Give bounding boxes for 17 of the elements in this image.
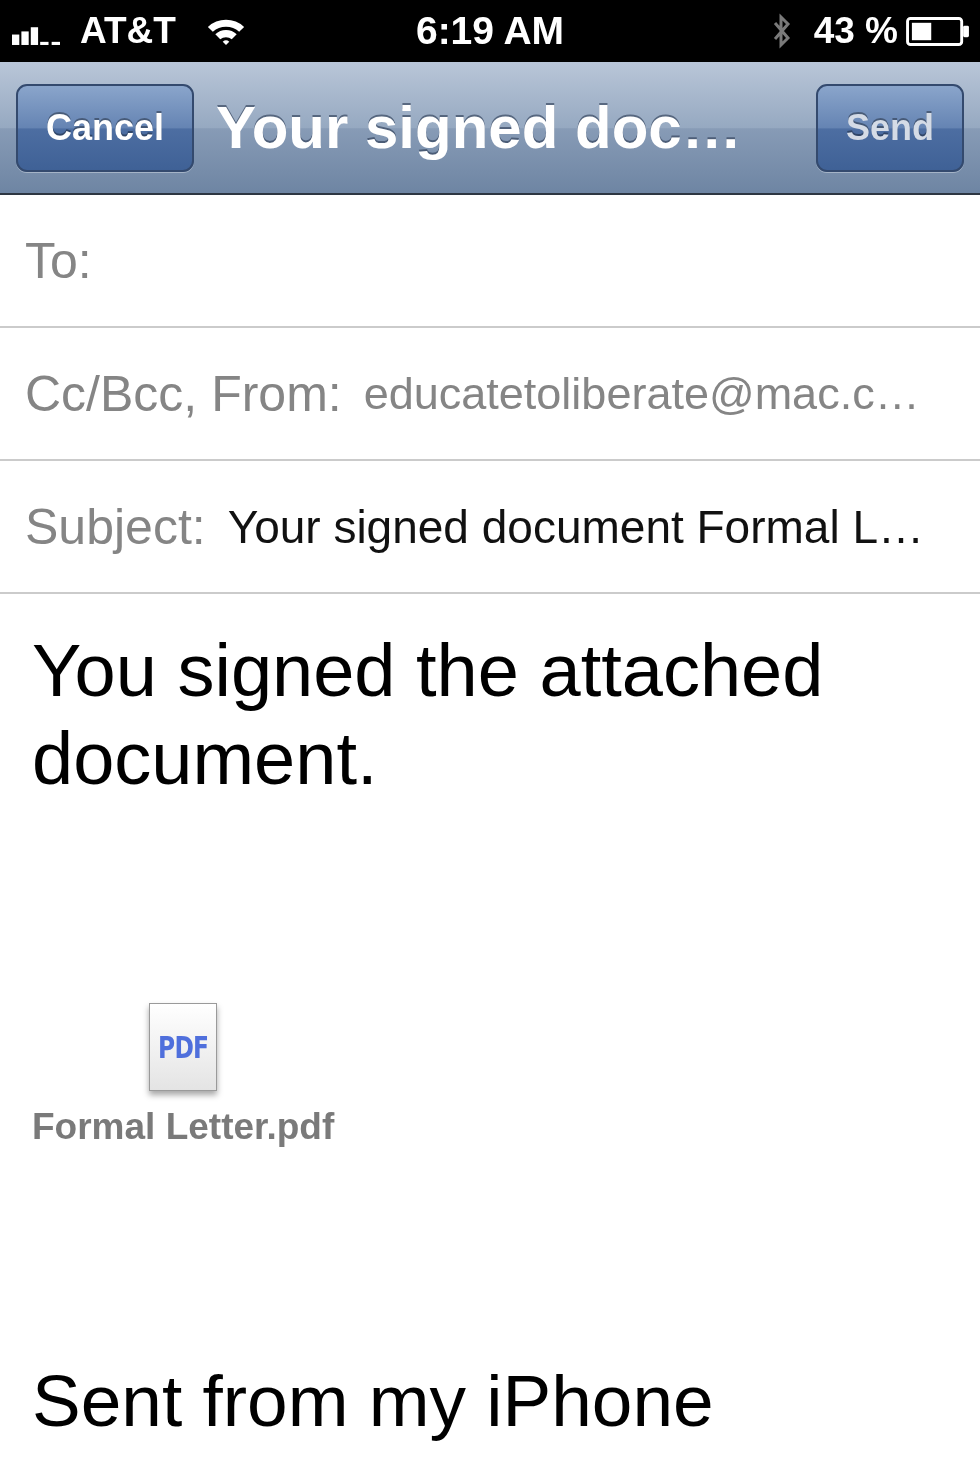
field-label: To: bbox=[25, 231, 92, 290]
compose-title: Your signed doc… bbox=[216, 93, 742, 162]
battery-icon bbox=[906, 16, 970, 46]
battery-percentage: 43 % bbox=[813, 10, 898, 52]
signature-text: Sent from my iPhone bbox=[32, 1359, 715, 1443]
clock-time: 6:19 AM bbox=[415, 9, 565, 53]
field-label: Subject: bbox=[25, 497, 206, 556]
subject-text[interactable]: Your signed document Formal L… bbox=[227, 499, 924, 554]
bluetooth-icon bbox=[771, 13, 792, 49]
attachment-filename[interactable]: Formal Letter.pdf bbox=[32, 1106, 335, 1148]
carrier-name: AT&T bbox=[80, 10, 176, 52]
cancel-button[interactable]: Cancel bbox=[16, 83, 195, 172]
wifi-icon bbox=[205, 17, 246, 45]
sender-address[interactable]: educatetoliberate@mac.c… bbox=[363, 367, 920, 420]
pdf-attachment-thumbnail[interactable]: PDF bbox=[149, 1003, 218, 1091]
field-label: Cc/Bcc, From: bbox=[25, 364, 342, 423]
message-text: You signed the attached document. bbox=[32, 628, 825, 802]
